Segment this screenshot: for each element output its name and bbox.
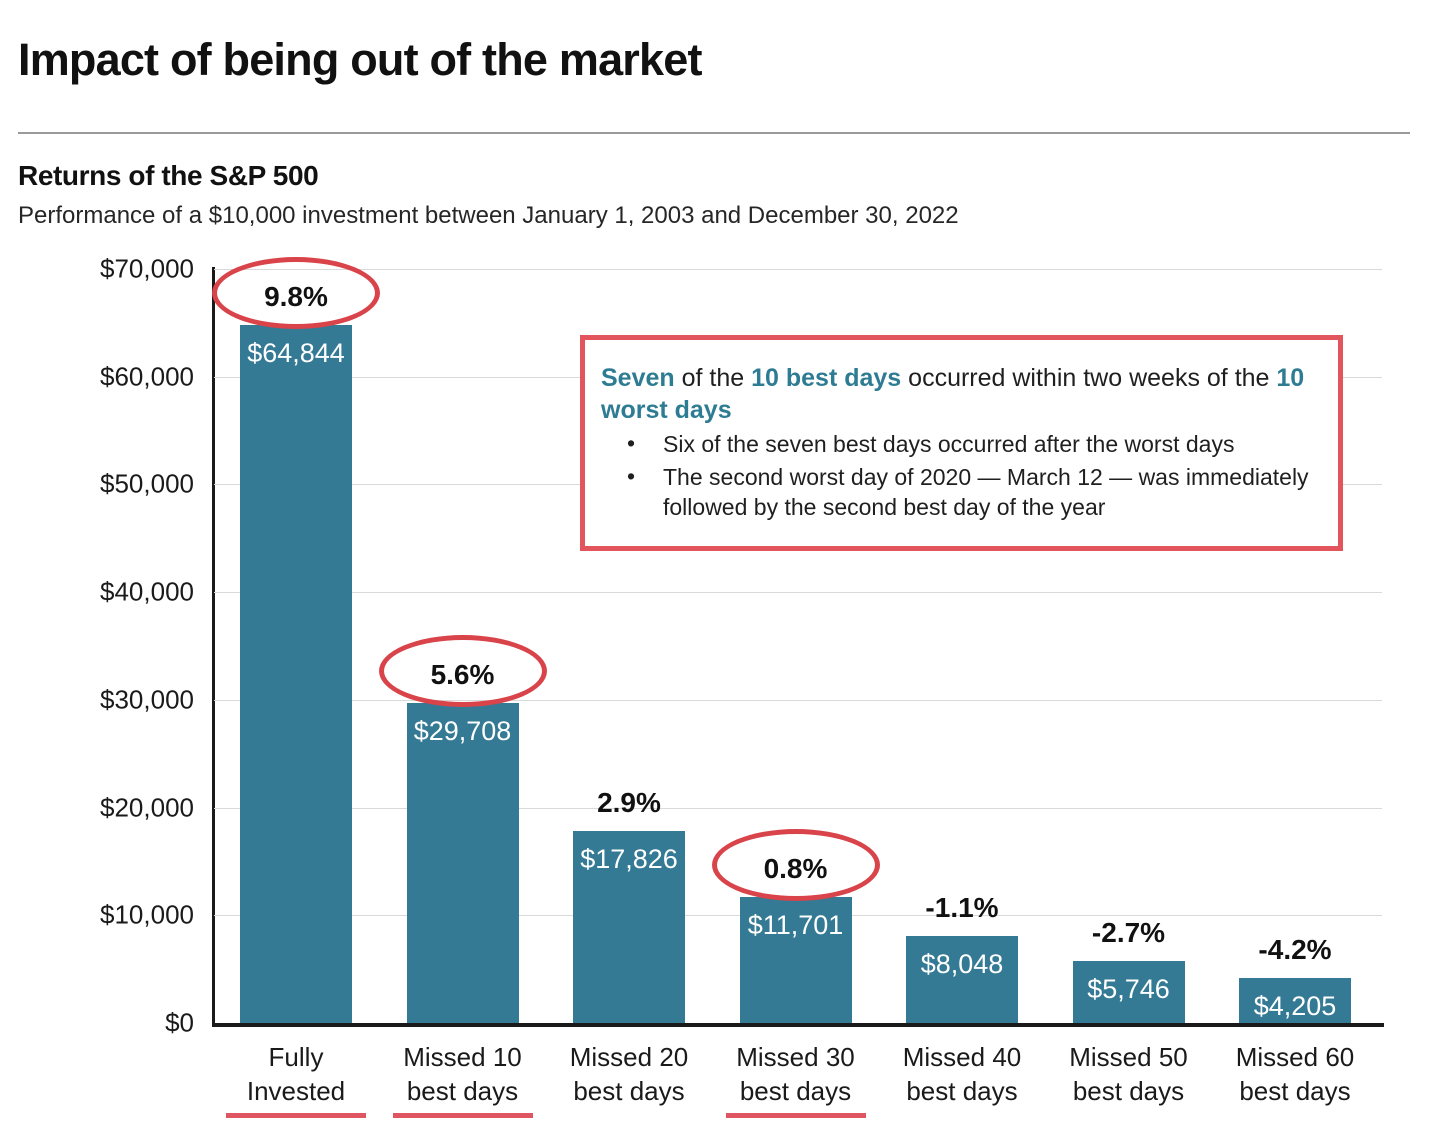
callout-content: Seven of the 10 best days occurred withi… bbox=[585, 340, 1338, 523]
bar-value-label: $11,701 bbox=[747, 909, 844, 940]
callout-lead-text-b: occurred within two weeks of the bbox=[901, 364, 1277, 392]
bar-value-label: $17,826 bbox=[580, 844, 678, 874]
bar-percent-label: -1.1% bbox=[925, 892, 999, 924]
x-axis-category-label: Fully Invested bbox=[214, 1040, 378, 1109]
y-axis-tick-label: $0 bbox=[165, 1007, 194, 1038]
x-axis-label-line: best days bbox=[1072, 1076, 1185, 1107]
y-axis-tick-label: $20,000 bbox=[100, 792, 194, 823]
page-title: Impact of being out of the market bbox=[18, 34, 702, 85]
chart-page: Impact of being out of the market Return… bbox=[0, 0, 1429, 1129]
x-axis-label-underline bbox=[392, 1113, 533, 1118]
bar-value-label: $29,708 bbox=[413, 716, 512, 747]
callout-highlight-seven: Seven bbox=[601, 364, 675, 392]
x-axis-label-line: Fully bbox=[268, 1042, 324, 1072]
x-axis-label-line: Missed 60 bbox=[1235, 1042, 1355, 1072]
bar-percent-label: 9.8% bbox=[264, 280, 328, 312]
y-axis-tick-label: $40,000 bbox=[100, 576, 194, 607]
x-axis-label-line: best days bbox=[406, 1076, 519, 1107]
callout-bullet-list: Six of the seven best days occurred afte… bbox=[601, 429, 1318, 523]
x-axis-label-line: Missed 40 bbox=[902, 1042, 1022, 1072]
x-axis-label-underline bbox=[725, 1113, 866, 1118]
header-divider bbox=[18, 132, 1410, 134]
bar[interactable] bbox=[240, 324, 352, 1023]
y-axis-tick-label: $50,000 bbox=[100, 468, 194, 499]
x-axis-line bbox=[212, 1023, 1384, 1027]
callout-lead-text: Seven of the 10 best days occurred withi… bbox=[601, 362, 1318, 426]
x-axis-label-line: Missed 50 bbox=[1069, 1042, 1188, 1072]
callout-box: Seven of the 10 best days occurred withi… bbox=[580, 335, 1343, 551]
x-axis-label-line: best days bbox=[906, 1076, 1018, 1107]
x-axis-category-label: Missed 50 best days bbox=[1047, 1040, 1211, 1109]
bar-percent-label: 2.9% bbox=[597, 787, 661, 818]
bar-value-label: $4,205 bbox=[1253, 990, 1337, 1021]
x-axis-label-line: best days bbox=[1239, 1076, 1351, 1107]
bar-percent-label: -4.2% bbox=[1258, 933, 1332, 965]
x-axis-category-label: Missed 40 best days bbox=[880, 1040, 1044, 1109]
callout-lead-text-a: of the bbox=[674, 364, 752, 392]
x-axis-label-line: Invested bbox=[246, 1076, 346, 1107]
callout-bullet-item: The second worst day of 2020 — March 12 … bbox=[601, 462, 1318, 523]
y-axis-tick-label: $30,000 bbox=[100, 684, 194, 715]
x-axis-category-label: Missed 20 best days bbox=[547, 1040, 711, 1109]
x-axis-label-line: Missed 10 bbox=[403, 1042, 522, 1072]
bar-group[interactable]: $64,844 9.8% bbox=[240, 269, 352, 1023]
chart-subtitle: Performance of a $10,000 investment betw… bbox=[18, 202, 959, 229]
bar-percent-label: -2.7% bbox=[1091, 917, 1166, 949]
bar-group[interactable]: $29,708 5.6% bbox=[406, 269, 519, 1023]
x-axis-category-label: Missed 30 best days bbox=[714, 1040, 878, 1109]
y-axis-tick-label: $10,000 bbox=[100, 899, 194, 930]
bar-percent-label: 5.6% bbox=[430, 659, 495, 691]
callout-bullet-item: Six of the seven best days occurred afte… bbox=[601, 429, 1318, 460]
x-axis-category-label: Missed 60 best days bbox=[1213, 1040, 1377, 1109]
x-axis-label-line: Missed 20 bbox=[569, 1042, 689, 1072]
bar-percent-label: 0.8% bbox=[763, 852, 828, 884]
x-axis-label-line: best days bbox=[573, 1076, 685, 1107]
bar[interactable] bbox=[406, 703, 519, 1023]
x-axis-label-line: Missed 30 bbox=[736, 1042, 855, 1072]
bar-value-label: $64,844 bbox=[247, 337, 345, 368]
callout-highlight-best-days: 10 best days bbox=[751, 364, 902, 392]
chart-title: Returns of the S&P 500 bbox=[18, 160, 319, 191]
bar-value-label: $8,048 bbox=[920, 949, 1004, 980]
y-axis-tick-label: $60,000 bbox=[100, 361, 194, 392]
bar-value-label: $5,746 bbox=[1087, 974, 1170, 1005]
x-axis-category-label: Missed 10 best days bbox=[381, 1040, 545, 1109]
x-axis-label-underline bbox=[226, 1113, 366, 1118]
x-axis-label-line: best days bbox=[739, 1076, 852, 1107]
y-axis-tick-label: $70,000 bbox=[100, 253, 194, 284]
